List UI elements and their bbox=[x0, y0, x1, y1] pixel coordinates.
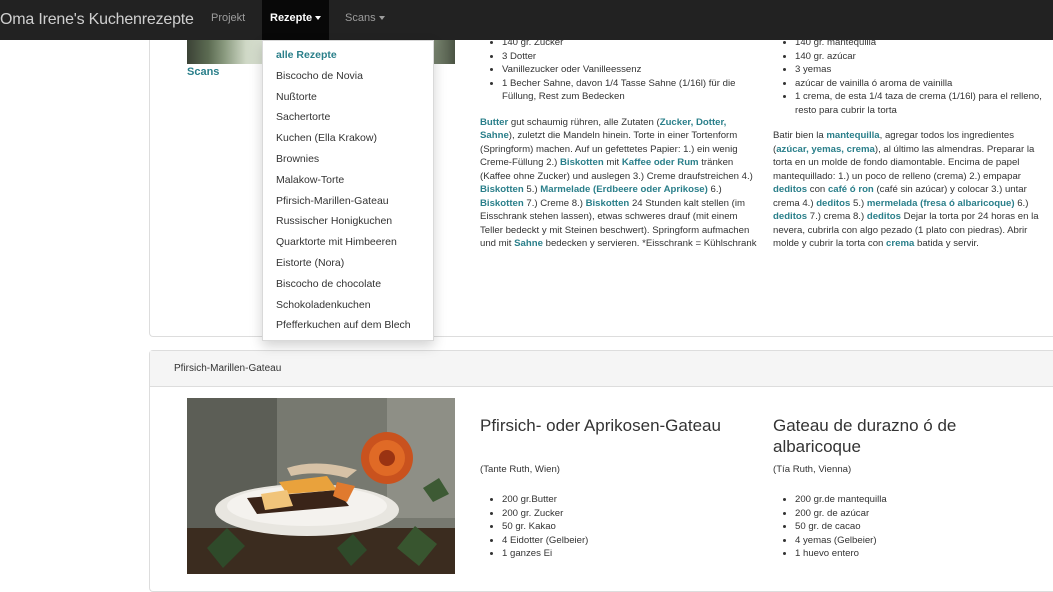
ingredient-item: azúcar de vainilla ó aroma de vainilla bbox=[795, 77, 1049, 91]
instructions: Batir bien la mantequilla, agregar todos… bbox=[773, 129, 1049, 251]
ingredient-link[interactable]: deditos bbox=[867, 211, 901, 222]
dropdown-item[interactable]: Quarktorte mit Himbeeren bbox=[263, 232, 433, 253]
ingredient-item: 4 yemas (Gelbeier) bbox=[795, 534, 1033, 548]
ingredient-list: 200 gr.Butter200 gr. Zucker50 gr. Kakao4… bbox=[480, 493, 740, 561]
instruction-text: mit bbox=[603, 157, 622, 168]
dropdown-item[interactable]: Brownies bbox=[263, 149, 433, 170]
dropdown-item[interactable]: Eistorte (Nora) bbox=[263, 253, 433, 274]
ingredient-link[interactable]: Marmelade (Erdbeere oder Aprikose) bbox=[540, 184, 708, 195]
ingredients-es: 200 gr.de mantequilla200 gr. de azúcar50… bbox=[773, 493, 1033, 561]
ingredient-link[interactable]: Kaffee oder Rum bbox=[622, 157, 699, 168]
ingredient-item: 1 crema, de esta 1/4 taza de crema (1/16… bbox=[795, 90, 1049, 117]
ingredient-list: 140 gr. Zucker3 DotterVanillezucker oder… bbox=[480, 36, 760, 104]
ingredient-item: 1 ganzes Ei bbox=[502, 547, 740, 561]
dropdown-item[interactable]: Malakow-Torte bbox=[263, 170, 433, 191]
instruction-text: Batir bien la bbox=[773, 130, 827, 141]
ingredient-item: 200 gr. de azúcar bbox=[795, 507, 1033, 521]
ingredient-item: Vanillezucker oder Vanilleessenz bbox=[502, 63, 760, 77]
ingredient-link[interactable]: deditos bbox=[773, 211, 807, 222]
nav-projekt[interactable]: Projekt bbox=[211, 0, 245, 40]
ingredient-item: 200 gr.Butter bbox=[502, 493, 740, 507]
ingredient-link[interactable]: Sahne bbox=[514, 238, 543, 249]
ingredients-de: 200 gr.Butter200 gr. Zucker50 gr. Kakao4… bbox=[480, 493, 740, 561]
ingredient-link[interactable]: deditos bbox=[816, 198, 850, 209]
dropdown-item[interactable]: Schokoladenkuchen bbox=[263, 295, 433, 316]
ingredient-link[interactable]: café ó ron bbox=[828, 184, 874, 195]
chevron-down-icon bbox=[378, 16, 385, 21]
ingredient-list: 140 gr. mantequilla140 gr. azúcar3 yemas… bbox=[773, 36, 1049, 117]
ingredient-link[interactable]: Biskotten bbox=[560, 157, 604, 168]
instruction-text: 6.) bbox=[1014, 197, 1029, 209]
chevron-down-icon bbox=[315, 16, 322, 21]
recipe-source-es: (Tía Ruth, Vienna) bbox=[773, 464, 852, 475]
instruction-text: gut schaumig rühren, alle Zutaten ( bbox=[508, 116, 660, 128]
ingredient-item: 140 gr. azúcar bbox=[795, 50, 1049, 64]
ingredient-item: 3 Dotter bbox=[502, 50, 760, 64]
ingredient-link[interactable]: Biskotten bbox=[480, 198, 524, 209]
ingredient-link[interactable]: crema bbox=[886, 238, 914, 249]
ingredient-link[interactable]: Biskotten bbox=[586, 198, 630, 209]
instruction-text: 7.) Creme 8.) bbox=[523, 197, 586, 209]
dropdown-item[interactable]: Sachertorte bbox=[263, 107, 433, 128]
ingredient-item: 3 yemas bbox=[795, 63, 1049, 77]
dropdown-item[interactable]: Pfefferkuchen auf dem Blech bbox=[263, 315, 433, 336]
dropdown-item[interactable]: Nußtorte bbox=[263, 87, 433, 108]
recipe-title-de: Pfirsich- oder Aprikosen-Gateau bbox=[480, 416, 721, 435]
dropdown-item[interactable]: Kuchen (Ella Krakow) bbox=[263, 128, 433, 149]
dropdown-item[interactable]: Pfirsich-Marillen-Gateau bbox=[263, 191, 433, 212]
instruction-text: bedecken y servieren. *Eisschrank = Kühl… bbox=[542, 238, 757, 249]
ingredient-link[interactable]: Biskotten bbox=[480, 184, 524, 195]
ingredient-list: 200 gr.de mantequilla200 gr. de azúcar50… bbox=[773, 493, 1033, 561]
ingredient-item: 4 Eidotter (Gelbeier) bbox=[502, 534, 740, 548]
recipe-source-de: (Tante Ruth, Wien) bbox=[480, 464, 560, 475]
ingredient-item: 200 gr.de mantequilla bbox=[795, 493, 1033, 507]
recipe-photo bbox=[187, 398, 455, 574]
instruction-text: batida y servir. bbox=[914, 238, 979, 249]
ingredient-link[interactable]: mermelada (fresa ó albaricoque) bbox=[867, 198, 1015, 209]
rezepte-dropdown-menu: alle Rezepte Biscocho de Novia Nußtorte … bbox=[262, 40, 434, 341]
instruction-text: 5.) bbox=[523, 184, 541, 195]
instruction-text: 5.) bbox=[850, 197, 867, 209]
ingredient-item: 1 Becher Sahne, davon 1/4 Tasse Sahne (1… bbox=[502, 77, 760, 104]
top-navbar: Oma Irene's Kuchenrezepte Projekt Rezept… bbox=[0, 0, 1053, 40]
ingredient-link[interactable]: Butter bbox=[480, 117, 508, 128]
instructions: Butter gut schaumig rühren, alle Zutaten… bbox=[480, 116, 760, 251]
ingredient-item: 200 gr. Zucker bbox=[502, 507, 740, 521]
ingredient-link[interactable]: mantequilla bbox=[826, 130, 879, 141]
nav-rezepte-label: Rezepte bbox=[270, 12, 313, 24]
recipe-es-column: 140 gr. mantequilla140 gr. azúcar3 yemas… bbox=[773, 36, 1049, 251]
recipe-de-column: 140 gr. Zucker3 DotterVanillezucker oder… bbox=[480, 36, 760, 251]
ingredient-item: 50 gr. de cacao bbox=[795, 520, 1033, 534]
instruction-text: 6.) bbox=[707, 184, 722, 195]
nav-projekt-label: Projekt bbox=[211, 12, 246, 24]
dropdown-item[interactable]: alle Rezepte bbox=[263, 45, 433, 66]
panel-heading: Pfirsich-Marillen-Gateau bbox=[150, 351, 1053, 387]
dropdown-item[interactable]: Biscocho de chocolate bbox=[263, 274, 433, 295]
instruction-text: con bbox=[807, 184, 828, 195]
dropdown-item[interactable]: Russischer Honigkuchen bbox=[263, 211, 433, 232]
nav-scans[interactable]: Scans bbox=[345, 0, 385, 40]
instruction-text: 7.) crema 8.) bbox=[807, 211, 867, 222]
dropdown-item[interactable]: Biscocho de Novia bbox=[263, 66, 433, 87]
ingredient-link[interactable]: azúcar, yemas, crema bbox=[776, 144, 875, 155]
nav-scans-label: Scans bbox=[345, 12, 376, 24]
nav-rezepte[interactable]: Rezepte bbox=[262, 0, 330, 40]
brand-link[interactable]: Oma Irene's Kuchenrezepte bbox=[0, 11, 194, 29]
scans-link[interactable]: Scans bbox=[187, 66, 219, 78]
recipe-title-es: Gateau de durazno ó de albaricoque bbox=[773, 416, 957, 456]
ingredient-item: 50 gr. Kakao bbox=[502, 520, 740, 534]
ingredient-item: 1 huevo entero bbox=[795, 547, 1033, 561]
ingredient-link[interactable]: deditos bbox=[773, 184, 807, 195]
